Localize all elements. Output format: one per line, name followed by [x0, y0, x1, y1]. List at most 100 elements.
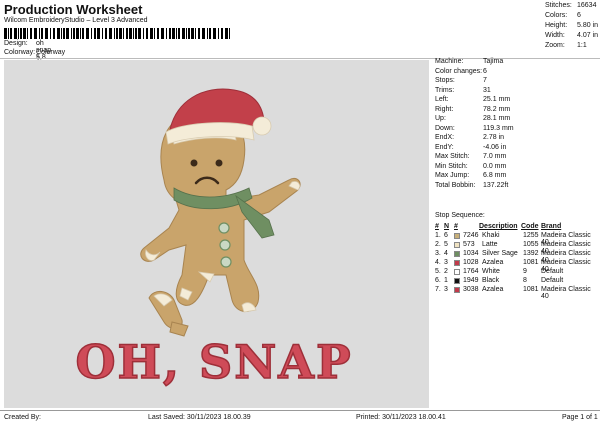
printed-date: Printed: 30/11/2023 18.00.41: [356, 414, 446, 421]
design-info-panel: Machine: Tajima Color changes: 6 Stops: 7 Trim…: [435, 58, 595, 191]
row-color-number: 1764: [463, 268, 479, 275]
info-row: Left: 25.1 mm: [435, 96, 595, 106]
row-description: Latte: [482, 241, 498, 248]
santa-hat: [165, 88, 272, 145]
info-value: 6: [483, 67, 487, 75]
worksheet-title: Production Worksheet: [4, 2, 143, 17]
row-num: 1.: [435, 232, 441, 239]
info-label: Right:: [435, 105, 454, 113]
stop-sequence-row: 5. 2 1764 White 9 Default: [435, 268, 597, 277]
row-description: Azalea: [482, 259, 504, 266]
row-n: 3: [444, 286, 448, 293]
row-num: 5.: [435, 268, 441, 275]
info-row: Total Bobbin: 137.22ft: [435, 182, 595, 192]
color-swatch: [454, 260, 460, 266]
row-color-number: 1949: [463, 277, 479, 284]
stat-label: Zoom:: [545, 42, 565, 49]
row-code: 1392: [523, 250, 539, 257]
info-row: Min Stitch: 0.0 mm: [435, 163, 595, 173]
stop-sequence-row: 1. 6 7246 Khaki 1255 Madeira Classic 40: [435, 232, 597, 246]
info-value: 7: [483, 77, 487, 84]
stat-value: 4.07 in: [577, 32, 599, 39]
color-swatch: [454, 242, 460, 248]
info-row: Stops: 7: [435, 77, 595, 87]
stat-colors: Colors: 6: [545, 12, 599, 22]
barcode: [4, 28, 230, 39]
stat-label: Width:: [545, 32, 565, 39]
info-row: EndY: -4.06 in: [435, 144, 595, 154]
design-stats: Stitches: 16634 Colors: 6 Height: 5.80 in W…: [545, 2, 599, 52]
row-code: 1081: [523, 259, 539, 266]
stop-sequence-row: 2. 5 573 Latte 1055 Madeira Classic 40: [435, 241, 597, 255]
row-n: 2: [444, 268, 448, 275]
stat-zoom: Zoom: 1:1: [545, 42, 599, 52]
row-num: 6.: [435, 277, 441, 284]
row-num: 4.: [435, 259, 441, 266]
row-brand: Default: [541, 277, 564, 284]
info-label: Total Bobbin:: [435, 181, 476, 189]
color-swatch: [454, 278, 460, 284]
info-value: Tajima: [483, 58, 504, 65]
info-label: Up:: [435, 115, 446, 122]
info-row: Max Stitch: 7.0 mm: [435, 153, 595, 163]
stop-sequence-row: 6. 1 1949 Black 8 Default: [435, 277, 597, 286]
row-brand: Madeira Classic 40: [541, 286, 591, 300]
stat-value: 5.80 in: [577, 22, 599, 29]
row-code: 1055: [523, 241, 539, 248]
stat-label: Height:: [545, 22, 568, 29]
row-code: 8: [523, 277, 527, 284]
gingerbread-artwork: OH, SNAP: [75, 88, 352, 390]
stat-value: 16634: [577, 2, 597, 9]
info-value: 25.1 mm: [483, 96, 511, 103]
page-number: Page 1 of 1: [562, 414, 598, 421]
row-description: Silver Sage: [482, 250, 518, 257]
info-row: Color changes: 6: [435, 68, 595, 78]
col-color: #: [454, 223, 458, 230]
last-saved: Last Saved: 30/11/2023 18.00.39: [148, 414, 251, 421]
stop-sequence-table: # N # Description Code Brand 1. 6 7246 Khak…: [435, 223, 597, 300]
info-row: Max Jump: 6.8 mm: [435, 172, 595, 182]
col-code: Code: [521, 223, 539, 230]
info-label: Color changes:: [435, 67, 483, 75]
col-brand: Brand: [541, 223, 562, 230]
info-row: Up: 28.1 mm: [435, 115, 595, 125]
row-brand: Default: [541, 268, 564, 275]
info-row: Trims: 31: [435, 87, 595, 97]
info-label: Left:: [435, 96, 449, 103]
design-label: Design:: [4, 40, 28, 47]
stat-width: Width: 4.07 in: [545, 32, 599, 42]
stop-sequence-row: 7. 3 3038 Azalea 1081 Madeira Classic 40: [435, 286, 597, 300]
info-label: Machine:: [435, 58, 464, 65]
info-label: EndY:: [435, 143, 454, 151]
row-color-number: 7246: [463, 232, 479, 239]
stat-height: Height: 5.80 in: [545, 22, 599, 32]
colorway-label: Colorway:: [4, 49, 36, 56]
oh-snap-lettering: OH, SNAP: [75, 335, 352, 389]
stat-label: Colors:: [545, 12, 568, 19]
info-label: Down:: [435, 124, 455, 132]
info-value: 28.1 mm: [483, 115, 511, 122]
stat-value: 6: [577, 12, 581, 19]
info-label: Max Stitch:: [435, 153, 470, 160]
worksheet-footer: Created By: Last Saved: 30/11/2023 18.00…: [0, 410, 600, 425]
info-label: Trims:: [435, 86, 455, 94]
row-color-number: 1028: [463, 259, 479, 266]
created-by: Created By:: [4, 414, 41, 421]
row-color-number: 3038: [463, 286, 479, 293]
stop-sequence-row: 4. 3 1028 Azalea 1081 Madeira Classic 40: [435, 259, 597, 273]
info-row: Down: 119.3 mm: [435, 125, 595, 135]
col-n: N: [444, 223, 450, 230]
info-value: 7.0 mm: [483, 153, 507, 160]
info-value: -4.06 in: [483, 143, 507, 151]
info-row: EndX: 2.78 in: [435, 134, 595, 144]
design-preview: OH, SNAP: [4, 60, 429, 408]
info-value: 6.8 mm: [483, 172, 507, 179]
color-swatch: [454, 269, 460, 275]
col-num: #: [435, 223, 439, 230]
cookie-buttons: [218, 222, 232, 268]
info-row: Machine: Tajima: [435, 58, 595, 68]
row-num: 3.: [435, 250, 441, 257]
color-swatch: [454, 287, 460, 293]
row-num: 7.: [435, 286, 441, 293]
row-description: Azalea: [482, 286, 504, 293]
